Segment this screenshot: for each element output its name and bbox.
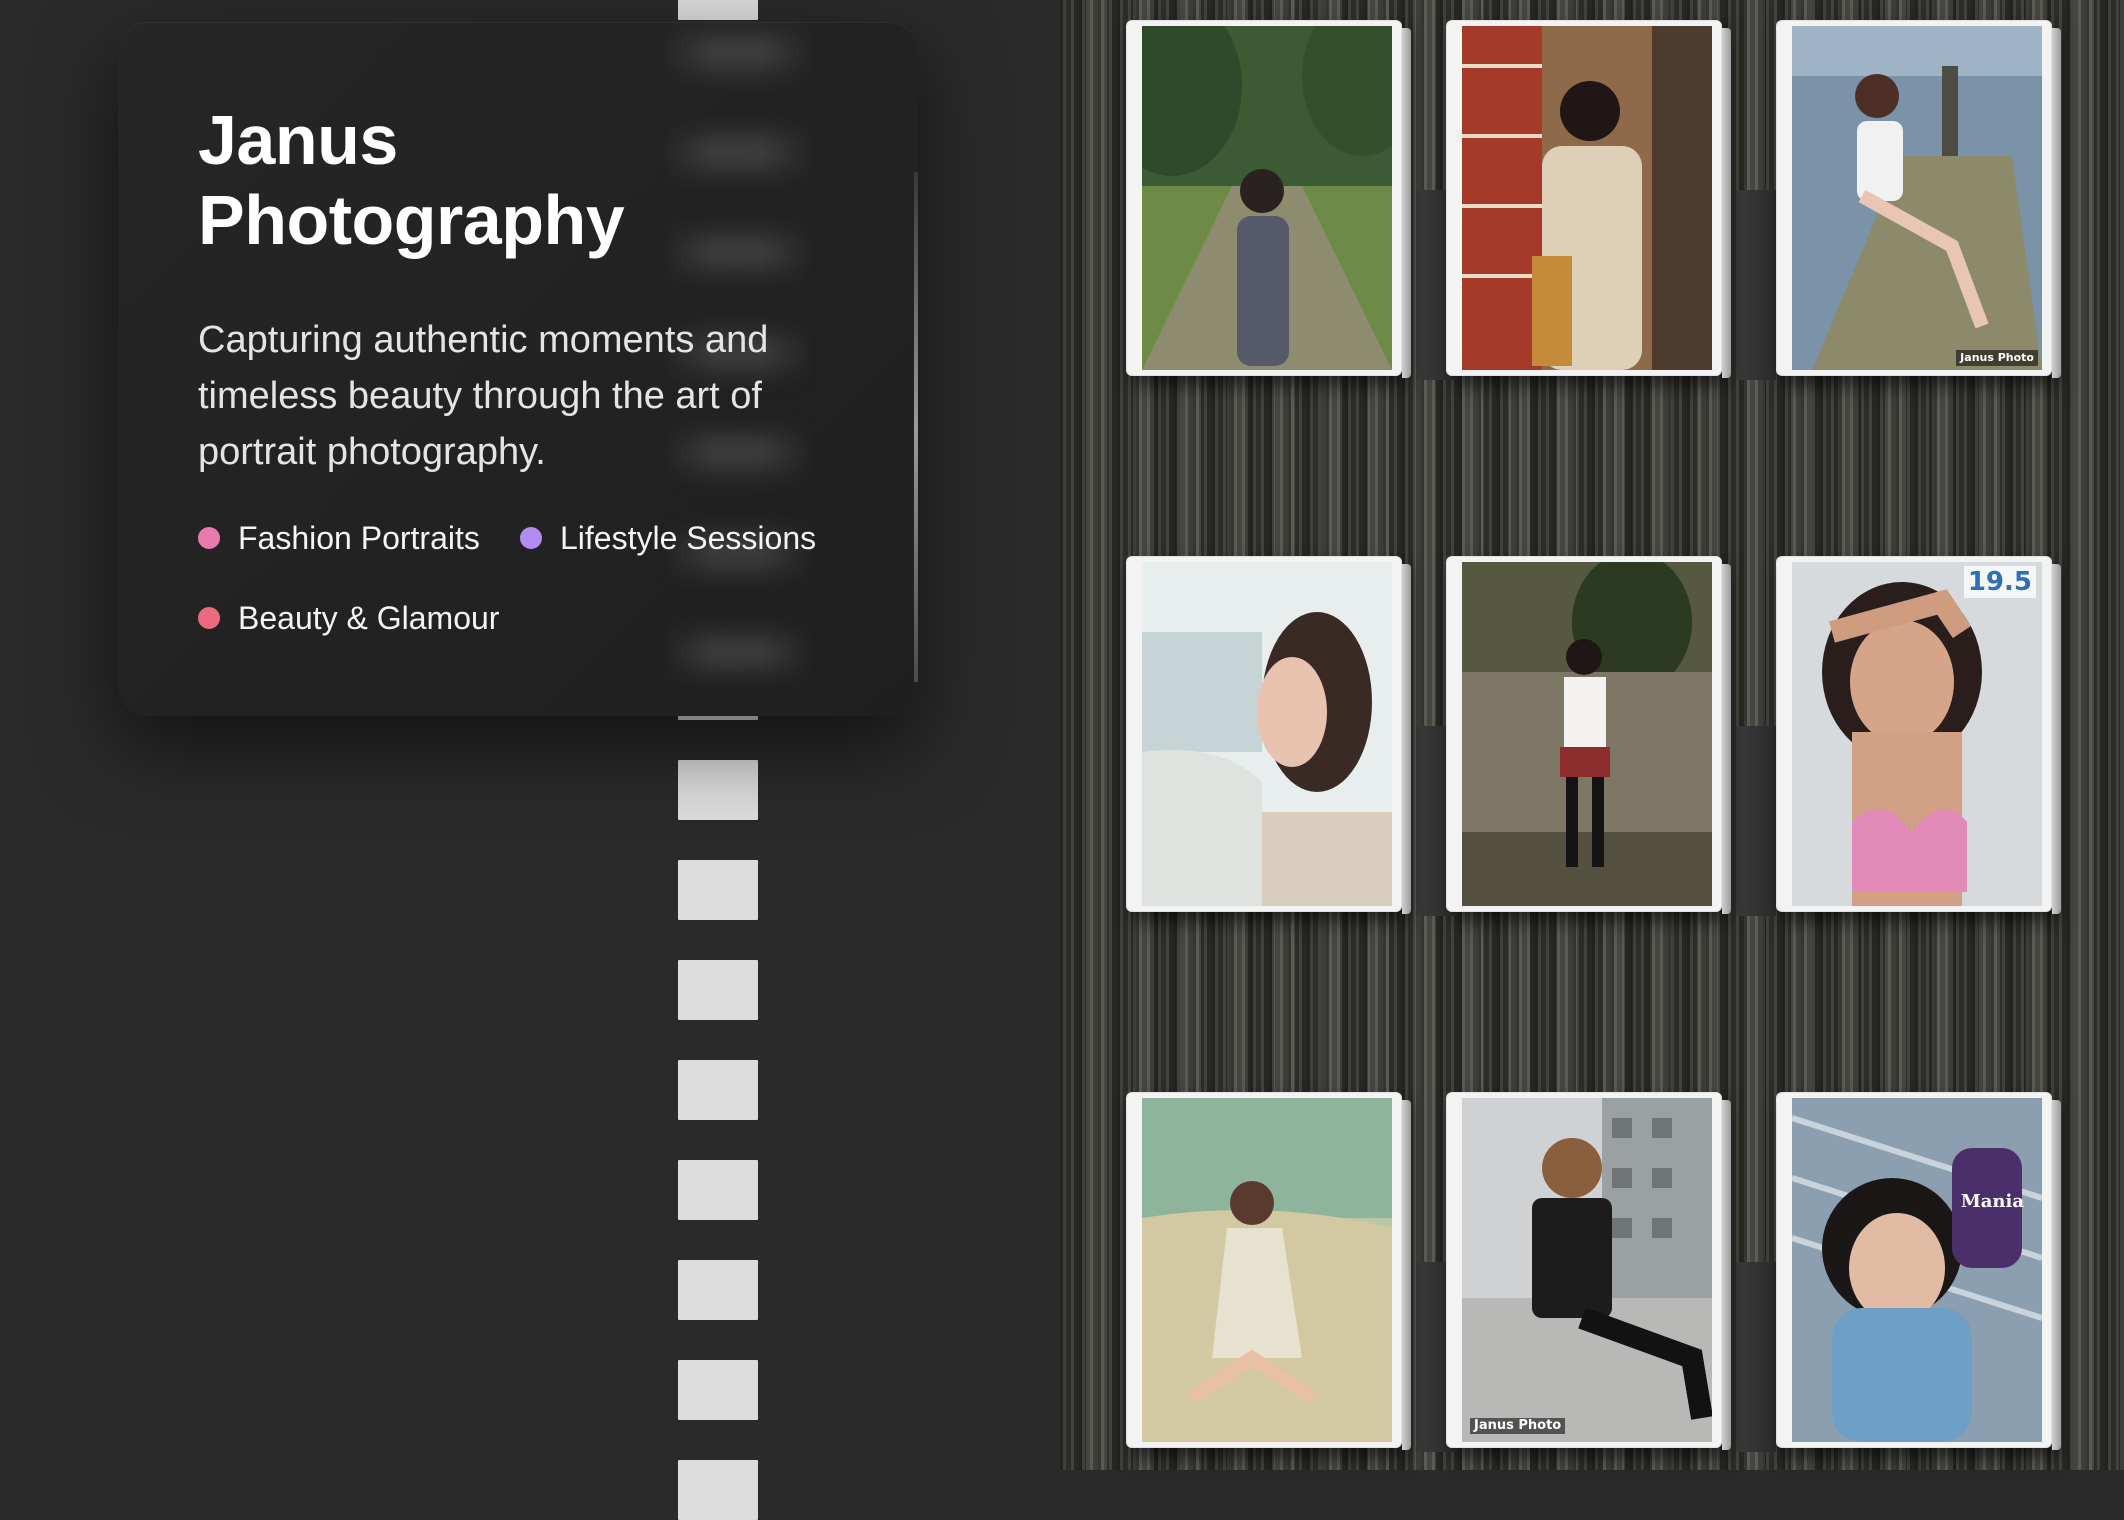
shelf: [1736, 190, 1776, 380]
tag-label: Lifestyle Sessions: [560, 519, 817, 556]
film-perforation: [678, 960, 758, 1020]
intro-card: Janus Photography Capturing authentic mo…: [118, 22, 918, 716]
photo-image: 19.5: [1792, 562, 2042, 906]
photo-image: [1142, 1098, 1392, 1442]
photo-seaside-dress-portrait[interactable]: [1126, 1092, 1411, 1450]
left-panel: Janus Photography Capturing authentic mo…: [0, 0, 1060, 1520]
tag-dot: [520, 527, 542, 549]
photo-watermark: Janus Photo: [1956, 350, 2038, 366]
photo-library-portrait[interactable]: [1446, 20, 1731, 378]
photo-image: [1462, 26, 1712, 370]
photo-schoolgirl-wall-portrait[interactable]: [1446, 556, 1731, 914]
film-perforation: [678, 1360, 758, 1420]
photo-image: Janus Photo: [1792, 26, 2042, 370]
film-perforation: [678, 1460, 758, 1520]
photo-image: [1142, 562, 1392, 906]
title-line-1: Janus: [198, 101, 398, 179]
film-perforation: [678, 760, 758, 820]
page-title: Janus Photography: [198, 100, 798, 260]
film-perforation: [678, 1260, 758, 1320]
photo-gallery: Janus Photo 19.5 Janus Photo Mania: [1060, 0, 2124, 1470]
tag-dot: [198, 607, 220, 629]
photo-bikini-smile-portrait[interactable]: 19.5: [1776, 556, 2061, 914]
photo-beach-profile-portrait[interactable]: [1126, 556, 1411, 914]
photo-image: Janus Photo: [1462, 1098, 1712, 1442]
tag-beauty-glamour: Beauty & Glamour: [198, 598, 499, 638]
film-perforation: [678, 860, 758, 920]
tag-lifestyle-sessions: Lifestyle Sessions: [520, 518, 816, 558]
title-line-2: Photography: [198, 181, 625, 259]
tagline: Capturing authentic moments and timeless…: [198, 319, 769, 473]
shelf: [1736, 1262, 1776, 1452]
photo-park-portrait[interactable]: [1126, 20, 1411, 378]
film-perforation: [678, 0, 758, 20]
tag-dot: [198, 527, 220, 549]
shelf: [1736, 726, 1776, 916]
tag-label: Fashion Portraits: [238, 519, 480, 556]
photo-watermark: Janus Photo: [1470, 1418, 1566, 1434]
tag-fashion-portraits: Fashion Portraits: [198, 518, 480, 558]
photo-city-street-portrait[interactable]: Janus Photo: [1446, 1092, 1731, 1450]
photo-image: Mania: [1792, 1098, 2042, 1442]
photo-image: [1462, 562, 1712, 906]
film-perforation: [678, 1060, 758, 1120]
photo-scarf-closeup-portrait[interactable]: Mania: [1776, 1092, 2061, 1450]
photo-image: [1142, 26, 1392, 370]
photo-watermark: 19.5: [1963, 566, 2036, 598]
tag-label: Beauty & Glamour: [238, 599, 500, 636]
film-perforation: [678, 1160, 758, 1220]
photo-watermark: Mania: [1960, 1191, 2024, 1212]
photo-pier-portrait[interactable]: Janus Photo: [1776, 20, 2061, 378]
